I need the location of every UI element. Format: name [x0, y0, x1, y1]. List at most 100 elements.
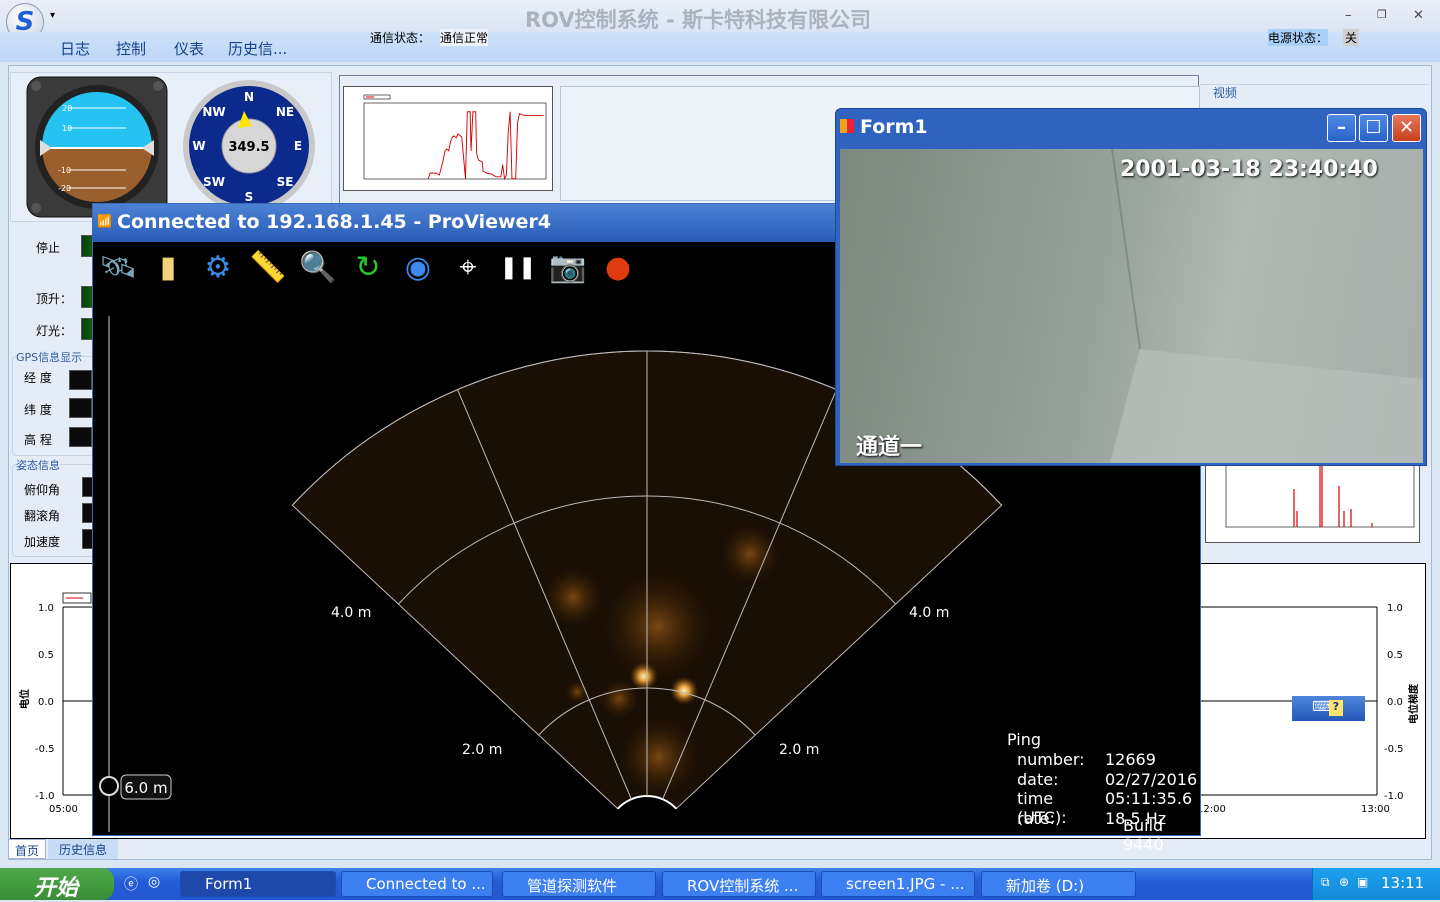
gps-group-title: GPS信息显示 [16, 349, 83, 365]
roll-label: 翻滚角 [24, 509, 61, 523]
menu-log[interactable]: 日志 [60, 38, 90, 59]
task-proviewer[interactable]: Connected to ... [341, 871, 493, 897]
ping-field-label: date: [1017, 769, 1059, 789]
sonar-echo [618, 716, 699, 797]
comm-status-value: 通信正常 [440, 29, 489, 46]
ping-field-value: 05:11:35.6 [1105, 789, 1193, 808]
accel-label: 加速度 [24, 535, 61, 549]
task-drive-d[interactable]: 新加卷 (D:) [981, 871, 1136, 897]
ping-field-value: 12669 [1105, 750, 1156, 769]
sonar-echo [602, 571, 713, 682]
video-channel-label: 通道一 [856, 435, 923, 460]
form1-title: Form1 [860, 116, 928, 138]
task-screen1-jpg[interactable]: screen1.JPG - ... [821, 871, 975, 897]
heading-value: 349.5 [228, 140, 269, 155]
altitude-value [69, 427, 92, 447]
tab-home[interactable]: 首页 [8, 839, 46, 859]
video-group-title: 视频 [1213, 86, 1238, 100]
form1-close-button[interactable]: ✕ [1392, 114, 1421, 142]
compass-s: S [245, 190, 254, 204]
form1-window: Form1 – ☐ ✕ 2001-03-18 23:40:40 通道一 [835, 108, 1427, 466]
light-label: 灯光： [36, 324, 73, 338]
sonar-echo [599, 678, 640, 719]
longitude-value [69, 370, 92, 390]
altitude-label: 高 程 [24, 433, 52, 447]
ping-field-value: 02/27/2016 [1105, 769, 1198, 789]
menu-control[interactable]: 控制 [116, 38, 146, 59]
video-timestamp: 2001-03-18 23:40:40 [1120, 157, 1378, 182]
ping-field-label: rate: [1017, 808, 1055, 828]
form1-minimize-button[interactable]: – [1327, 114, 1356, 142]
compass-w: W [192, 139, 205, 153]
range-slider-value: 6.0 m [124, 779, 167, 797]
attitude-indicator: 20 10 -10 -20 [26, 76, 168, 218]
browser-icon[interactable]: ◎ [148, 874, 160, 890]
help-icon[interactable]: ? [1329, 700, 1343, 716]
title-bar: S ▾ ROV控制系统 - 斯卡特科技有限公司 – ❐ ✕ [0, 0, 1440, 41]
y2-tick: -1.0 [1384, 791, 1404, 802]
menu-bar [0, 32, 1440, 62]
task-form1[interactable]: Form1 [180, 871, 336, 897]
y2-tick: 0.5 [1387, 650, 1403, 661]
y-tick: 0.5 [38, 650, 54, 661]
minimize-button[interactable]: – [1345, 8, 1352, 23]
compass-se: SE [277, 175, 294, 189]
attitude-group-title: 姿态信息 [16, 457, 60, 473]
x-tick: 05:00 [49, 804, 78, 815]
pitch-label: 俯仰角 [24, 483, 61, 497]
range-label-right-2m: 2.0 m [779, 742, 819, 758]
y-tick: 0.0 [38, 697, 54, 708]
video-feed: 2001-03-18 23:40:40 通道一 [840, 149, 1423, 463]
power-status-label: 电源状态： [1268, 29, 1329, 46]
form-icon [840, 119, 854, 133]
window-title: ROV控制系统 - 斯卡特科技有限公司 [524, 8, 872, 32]
restore-button[interactable]: ❐ [1377, 8, 1387, 21]
y2-tick: -0.5 [1384, 744, 1404, 755]
ie-icon[interactable]: ⓔ [124, 874, 138, 894]
range-label-left-2m: 2.0 m [462, 742, 502, 758]
pitch-mark: -20 [58, 184, 71, 193]
power-status-value: 关 [1343, 29, 1360, 46]
language-bar[interactable]: ⌨ ? [1292, 696, 1365, 721]
form1-maximize-button[interactable]: ☐ [1359, 114, 1388, 142]
compass-sw: SW [203, 175, 225, 189]
pitch-mark: -10 [58, 166, 71, 175]
stop-label: 停止 [36, 241, 61, 255]
menu-history[interactable]: 历史信... [228, 38, 287, 59]
latitude-value [69, 398, 92, 418]
menu-instruments[interactable]: 仪表 [174, 38, 204, 59]
x-tick: 12:00 [1197, 804, 1226, 815]
build-label: Build 9440 [1123, 816, 1164, 854]
network-icon[interactable]: ⧉ [1321, 875, 1330, 890]
ping-field-label: number: [1017, 750, 1085, 769]
y-tick: 1.0 [38, 603, 54, 614]
y-tick: -0.5 [35, 744, 55, 755]
monitor-icon[interactable]: ▣ [1357, 875, 1368, 889]
compass-n: N [244, 90, 254, 104]
pitch-mark: 20 [62, 104, 72, 113]
y-tick: -1.0 [35, 791, 55, 802]
task-pipeline-software[interactable]: 管道探测软件 [502, 871, 656, 897]
start-button[interactable]: 开始 [0, 868, 114, 901]
compass-gauge: N NE E SE S SW W NW 349.5 [183, 80, 315, 208]
pitch-mark: 10 [62, 124, 72, 133]
y2-tick: 1.0 [1387, 603, 1403, 614]
longitude-label: 经 度 [24, 371, 52, 385]
sonar-echo [543, 567, 604, 628]
range-slider-handle[interactable] [99, 776, 119, 796]
gradient-history-chart [1205, 460, 1420, 543]
y-axis-label: 电位 [18, 689, 31, 709]
y2-axis-label: 电位梯度 [1407, 683, 1420, 724]
sonar-echo [719, 524, 780, 585]
clock[interactable]: 13:11 [1381, 874, 1424, 892]
tray-app-icon[interactable]: ⊕ [1339, 875, 1349, 889]
heading-history-chart [343, 86, 553, 191]
y2-tick: 0.0 [1387, 697, 1403, 708]
latitude-label: 纬 度 [24, 403, 52, 417]
system-tray: ⧉ ⊕ ▣ 13:11 [1312, 868, 1440, 900]
range-label-left-4m: 4.0 m [331, 605, 371, 621]
start-label: 开始 [34, 876, 79, 901]
task-rov-control[interactable]: ROV控制系统 ... [662, 871, 816, 897]
close-button[interactable]: ✕ [1413, 8, 1424, 23]
tab-history[interactable]: 历史信息 [48, 839, 118, 859]
